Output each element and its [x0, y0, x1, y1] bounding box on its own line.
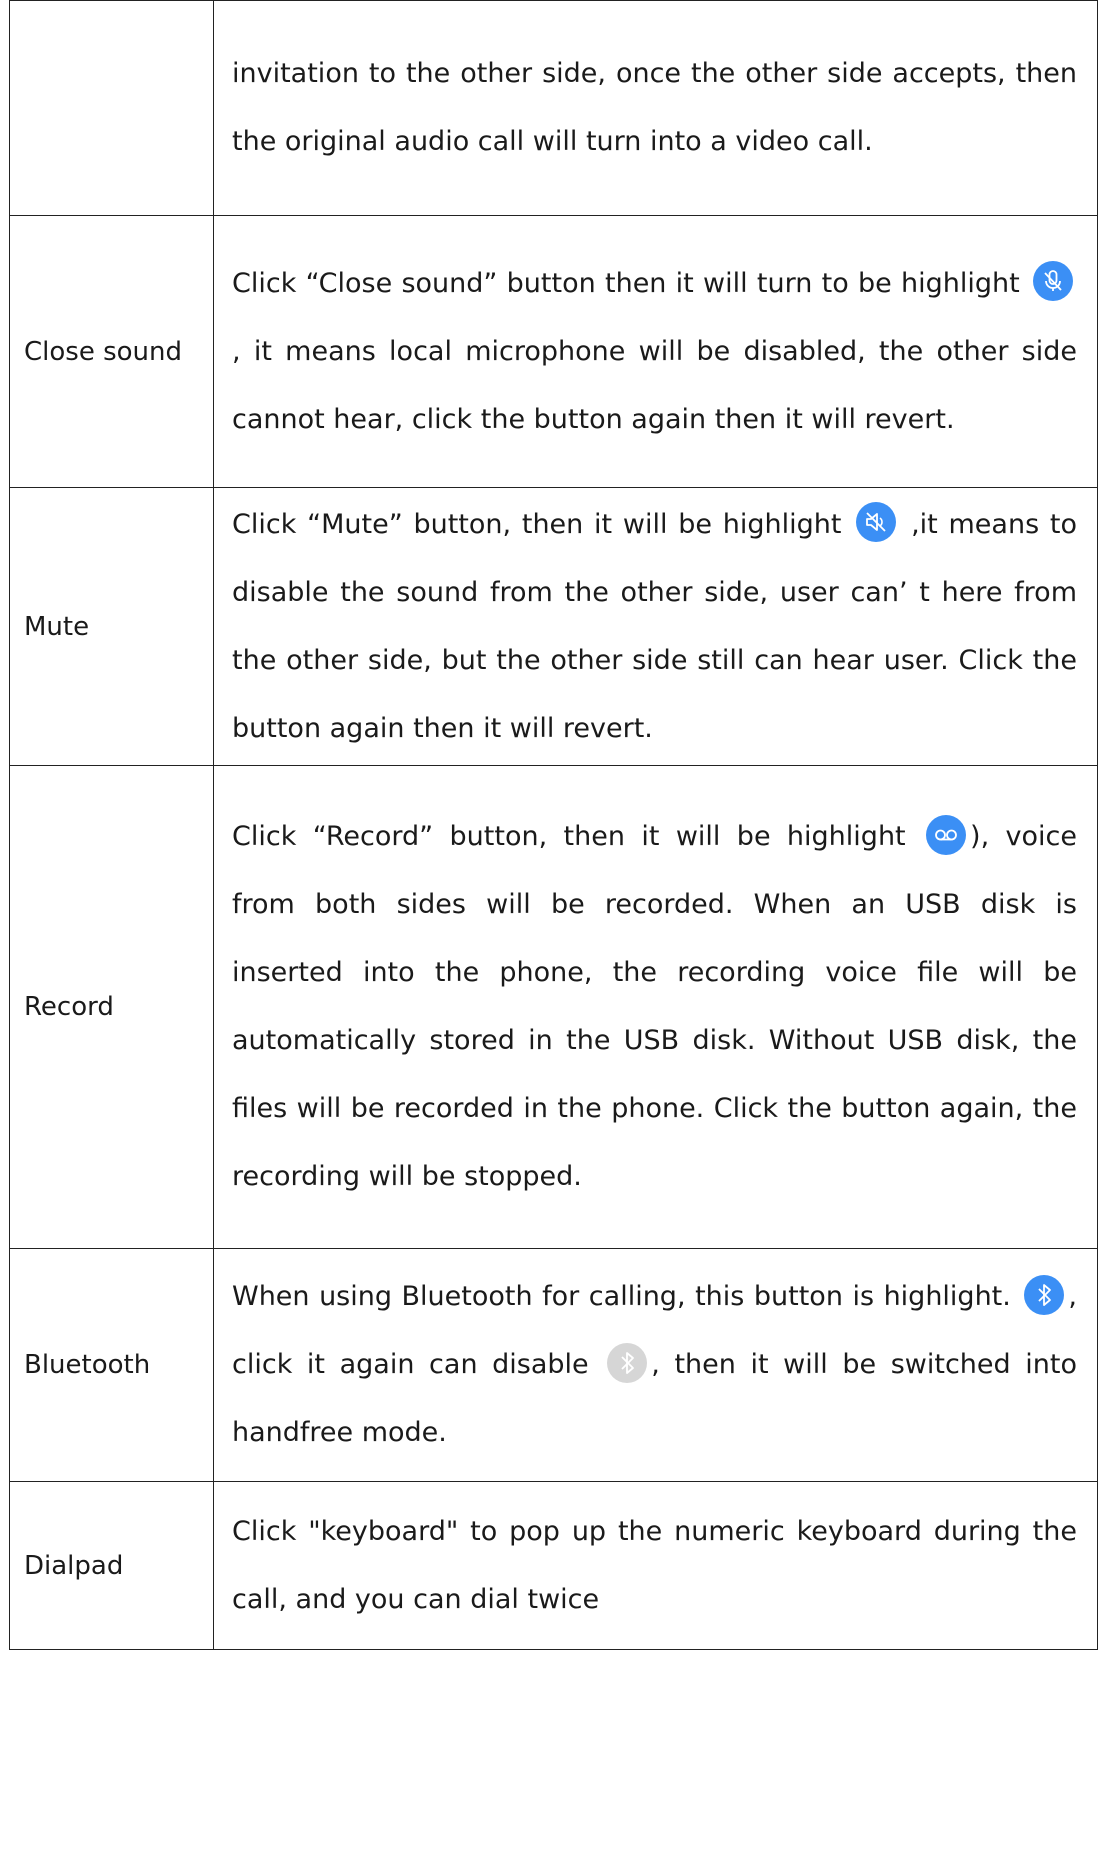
table-row: Mute Click “Mute” button, then it will b… — [9, 487, 1098, 766]
description-text-after: , it means local microphone will be disa… — [232, 335, 1077, 435]
description-text: invitation to the other side, once the o… — [232, 58, 1077, 157]
bluetooth-icon — [1024, 1274, 1065, 1315]
mic-off-icon — [1033, 261, 1073, 301]
description-text-before: When using Bluetooth for calling, this b… — [232, 1281, 1011, 1312]
description-text: Click “Close sound” button then it will … — [232, 250, 1077, 454]
description-cell: Click “Close sound” button then it will … — [213, 215, 1098, 488]
feature-cell: Dialpad — [9, 1481, 214, 1650]
bluetooth-disabled-icon — [607, 1342, 648, 1383]
feature-cell: Bluetooth — [9, 1248, 214, 1482]
table-row: invitation to the other side, once the o… — [9, 0, 1098, 216]
table-row: Record Click “Record” button, then it wi… — [9, 765, 1098, 1249]
feature-cell — [9, 0, 214, 216]
feature-cell: Mute — [9, 487, 214, 766]
description-text: Click “Record” button, then it will be h… — [232, 803, 1077, 1211]
description-text-before: Click “Close sound” button then it will … — [232, 267, 1020, 299]
description-cell: Click "keyboard" to pop up the numeric k… — [213, 1481, 1098, 1650]
description-text: Click "keyboard" to pop up the numeric k… — [232, 1515, 1077, 1615]
speaker-mute-icon — [856, 502, 897, 542]
description-cell: Click “Mute” button, then it will be hig… — [213, 487, 1098, 766]
feature-cell: Close sound — [9, 215, 214, 488]
description-text-before: Click “Mute” button, then it will be hig… — [232, 508, 842, 540]
description-text: Click “Mute” button, then it will be hig… — [232, 491, 1077, 763]
table-row: Bluetooth When using Bluetooth for calli… — [9, 1248, 1098, 1482]
description-text-after: ), voice from both sides will be recorde… — [232, 821, 1077, 1192]
feature-table: invitation to the other side, once the o… — [9, 0, 1098, 1650]
voicemail-icon — [926, 814, 967, 855]
feature-cell: Record — [9, 765, 214, 1249]
description-text-after: ,it means to disable the sound from the … — [232, 508, 1078, 744]
description-text: When using Bluetooth for calling, this b… — [232, 1263, 1077, 1467]
description-cell: invitation to the other side, once the o… — [213, 0, 1098, 216]
description-cell: Click “Record” button, then it will be h… — [213, 765, 1098, 1249]
table-row: Dialpad Click "keyboard" to pop up the n… — [9, 1481, 1098, 1650]
description-text-before: Click “Record” button, then it will be h… — [232, 821, 906, 852]
description-cell: When using Bluetooth for calling, this b… — [213, 1248, 1098, 1482]
table-row: Close sound Click “Close sound” button t… — [9, 215, 1098, 488]
